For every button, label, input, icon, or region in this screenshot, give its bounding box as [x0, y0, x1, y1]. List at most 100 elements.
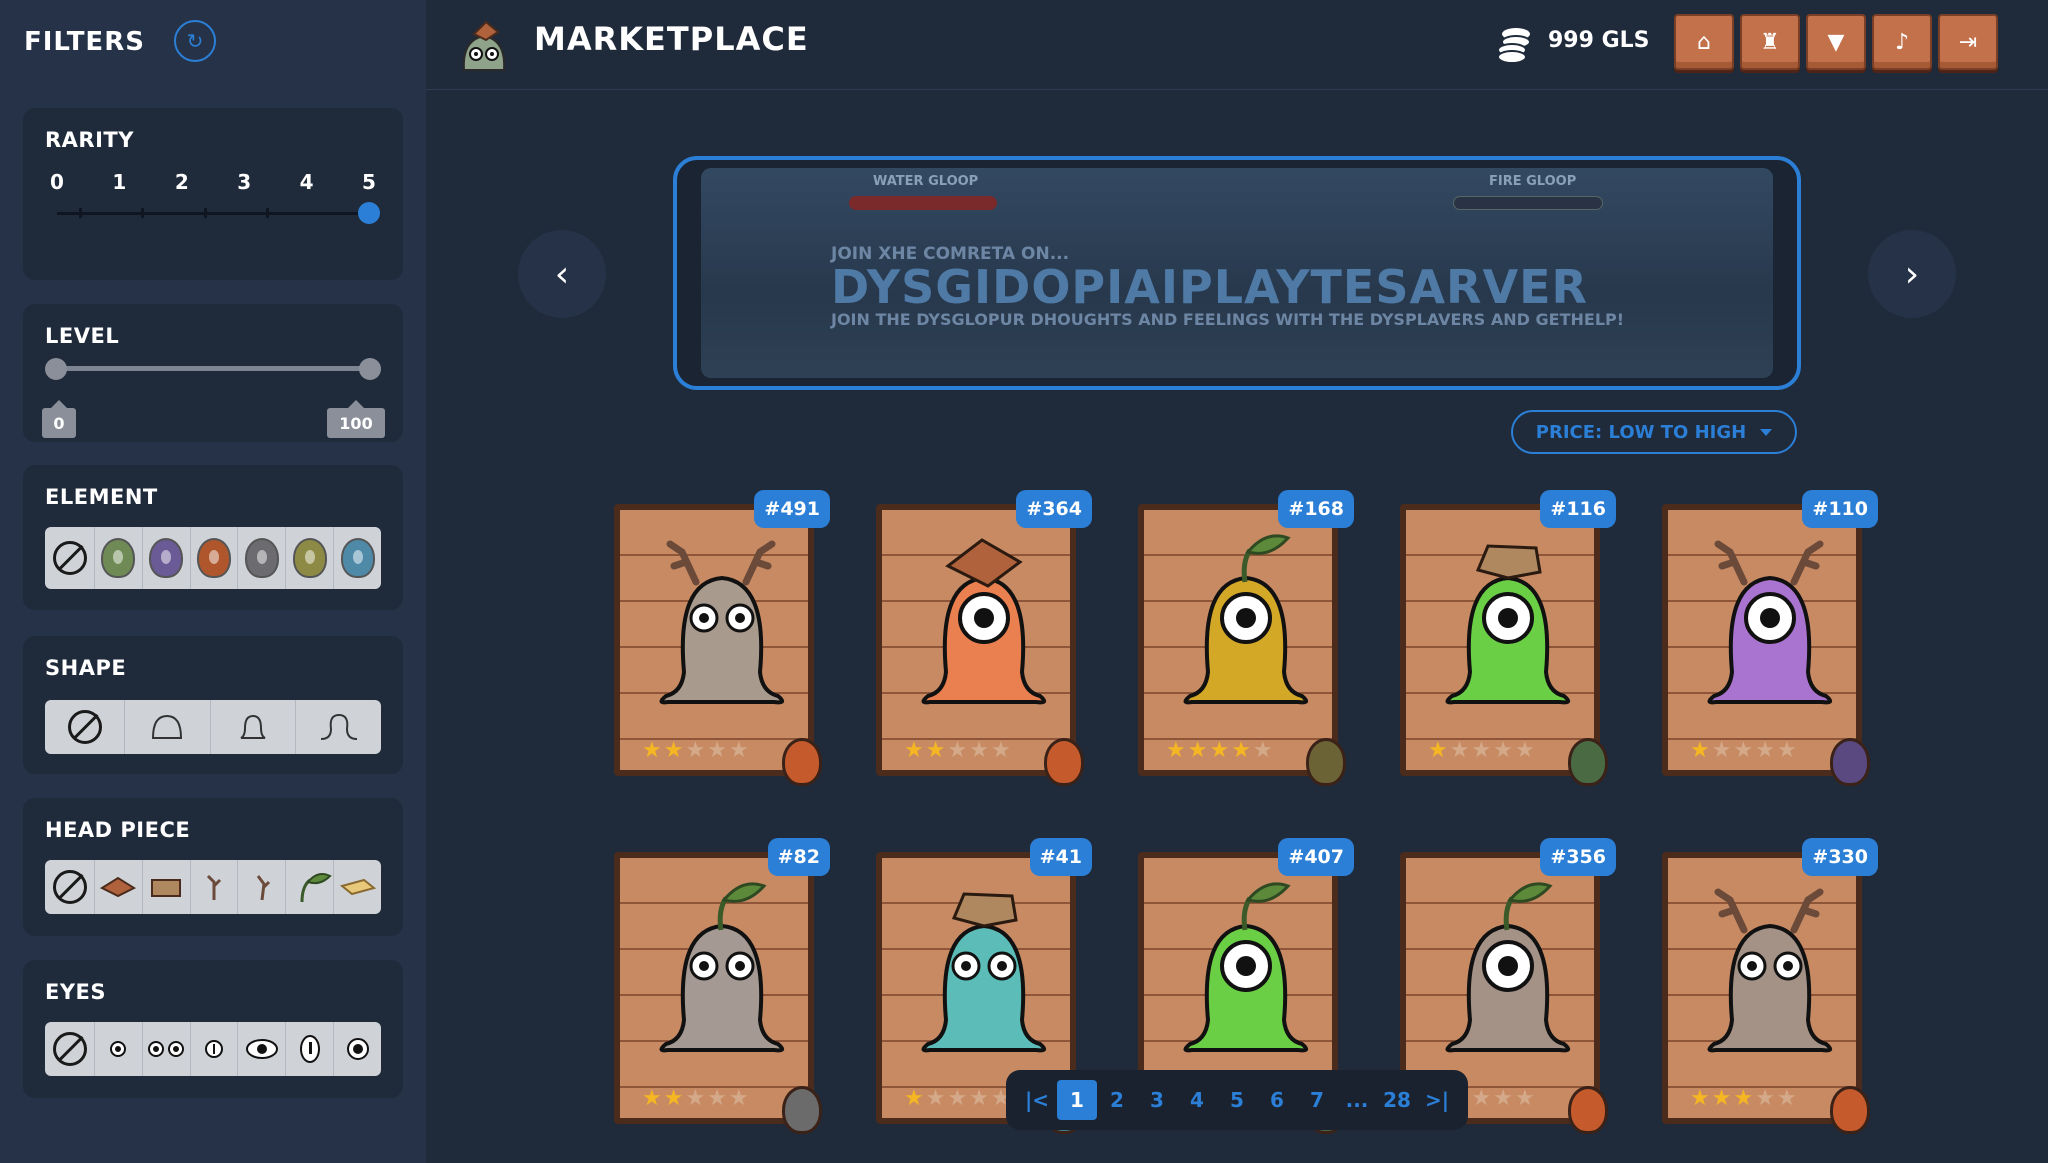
page-button[interactable]: 28: [1377, 1080, 1417, 1120]
level-min-thumb[interactable]: [45, 358, 67, 380]
creature-icon: [1445, 882, 1571, 1053]
carousel-next-button[interactable]: ›: [1868, 230, 1956, 318]
bell-shape-icon: [240, 714, 266, 739]
sound-icon: ♪: [1894, 29, 1910, 55]
none-icon: [52, 1032, 87, 1066]
sort-dropdown[interactable]: PRICE: LOW TO HIGH: [1511, 410, 1797, 454]
shape-option-bell[interactable]: [211, 700, 297, 754]
star-filled-icon: ★: [1690, 738, 1712, 763]
head-option-book[interactable]: [95, 860, 143, 914]
element-orb-icon: [1568, 738, 1608, 786]
element-option-spirit[interactable]: [143, 527, 191, 589]
rarity-label-5[interactable]: 5: [357, 170, 381, 194]
rarity-slider-track[interactable]: [57, 212, 373, 215]
star-filled-icon: ★: [1209, 738, 1232, 763]
filter-button[interactable]: ▼: [1806, 14, 1866, 70]
level-slider-track[interactable]: [57, 366, 373, 371]
rarity-label-3[interactable]: 3: [232, 170, 256, 194]
creature-card[interactable]: #116 ★★★★★: [1392, 490, 1616, 790]
carousel-prev-button[interactable]: ‹: [518, 230, 606, 318]
rarity-label-2[interactable]: 2: [170, 170, 194, 194]
creature-card[interactable]: #364 ★★★★★: [868, 490, 1092, 790]
head-option-none[interactable]: [45, 860, 95, 914]
creature-card[interactable]: #330 ★★★★★: [1654, 838, 1878, 1138]
creature-card[interactable]: #110 ★★★★★: [1654, 490, 1878, 790]
rarity-label-4[interactable]: 4: [295, 170, 319, 194]
star-empty-icon: ★: [1449, 738, 1472, 763]
last-page-button[interactable]: >|: [1417, 1080, 1457, 1120]
head-option-antler[interactable]: [238, 860, 287, 914]
rarity-slider-thumb[interactable]: [358, 202, 380, 224]
creature-icon: [1707, 540, 1833, 705]
creature-card[interactable]: #168 ★★★★★: [1130, 490, 1354, 790]
rarity-label-1[interactable]: 1: [107, 170, 131, 194]
star-empty-icon: ★: [1471, 738, 1494, 763]
caret-down-icon: [1760, 428, 1773, 436]
eyes-option-none[interactable]: [45, 1022, 95, 1076]
two-small-eyes-icon: [148, 1041, 185, 1057]
page-button[interactable]: 6: [1257, 1080, 1297, 1120]
creature-icon: [1707, 888, 1833, 1053]
element-option-web[interactable]: [238, 527, 287, 589]
element-option-none[interactable]: [45, 527, 95, 589]
rarity-stars: ★★★★★: [1690, 738, 1799, 763]
logout-button[interactable]: ⇥: [1938, 14, 1998, 70]
rarity-label-0[interactable]: 0: [45, 170, 69, 194]
home-button[interactable]: ⌂: [1674, 14, 1734, 70]
element-orb-icon: [1044, 738, 1084, 786]
filters-title: FILTERS: [24, 27, 145, 57]
element-option-electric[interactable]: [286, 527, 335, 589]
head-option-small-antler[interactable]: [191, 860, 239, 914]
rarity-tick: [266, 208, 269, 218]
shape-option-tentacle[interactable]: [296, 700, 381, 754]
creature-card[interactable]: #82 ★★★★★: [606, 838, 830, 1138]
eyes-option-one-small[interactable]: [95, 1022, 143, 1076]
castle-icon: ♜: [1760, 29, 1780, 55]
star-empty-icon: ★: [969, 1086, 991, 1111]
star-filled-icon: ★: [1231, 738, 1253, 763]
rarity-stars: ★★★★★: [642, 738, 751, 763]
electric-orb-icon: [292, 538, 327, 578]
shape-option-round[interactable]: [125, 700, 211, 754]
head-option-sprout[interactable]: [286, 860, 335, 914]
banner-bar-left: [849, 196, 997, 210]
none-icon: [52, 870, 87, 904]
castle-button[interactable]: ♜: [1740, 14, 1800, 70]
star-filled-icon: ★: [642, 738, 664, 763]
element-option-nature[interactable]: [95, 527, 143, 589]
page-button[interactable]: 2: [1097, 1080, 1137, 1120]
page-button[interactable]: 3: [1137, 1080, 1177, 1120]
element-orb-icon: [1568, 1086, 1608, 1134]
promo-banner[interactable]: WATER GLOOP FIRE GLOOP JOIN XHE COMRETA …: [673, 156, 1801, 390]
none-icon: [67, 710, 102, 744]
sound-button[interactable]: ♪: [1872, 14, 1932, 70]
eyes-option-two-slit[interactable]: [191, 1022, 239, 1076]
element-panel: ELEMENT: [23, 465, 403, 610]
creature-card[interactable]: #491 ★★★★★: [606, 490, 830, 790]
eyes-option-big-round[interactable]: [334, 1022, 381, 1076]
level-max-value: 100: [327, 400, 385, 438]
antler-icon: [256, 875, 270, 901]
star-empty-icon: ★: [1514, 1086, 1537, 1111]
star-empty-icon: ★: [1471, 1086, 1494, 1111]
tall-eye-icon: [299, 1035, 320, 1063]
filter-icon: ▼: [1827, 29, 1845, 55]
level-max-thumb[interactable]: [359, 358, 381, 380]
page-button[interactable]: 7: [1297, 1080, 1337, 1120]
eyes-option-two-small[interactable]: [143, 1022, 191, 1076]
filters-header: FILTERS: [24, 22, 145, 62]
first-page-button[interactable]: |<: [1017, 1080, 1057, 1120]
head-option-box[interactable]: [143, 860, 191, 914]
nature-orb-icon: [101, 538, 136, 578]
element-option-fire[interactable]: [191, 527, 239, 589]
eyes-option-tall[interactable]: [286, 1022, 335, 1076]
element-option-water[interactable]: [334, 527, 381, 589]
eyes-option-wide[interactable]: [238, 1022, 287, 1076]
shape-option-none[interactable]: [45, 700, 125, 754]
page-button[interactable]: 1: [1057, 1080, 1097, 1120]
page-button[interactable]: 5: [1217, 1080, 1257, 1120]
head-option-scroll[interactable]: [334, 860, 381, 914]
reset-filters-button[interactable]: ↻: [174, 20, 216, 62]
star-empty-icon: ★: [947, 738, 970, 763]
page-button[interactable]: 4: [1177, 1080, 1217, 1120]
